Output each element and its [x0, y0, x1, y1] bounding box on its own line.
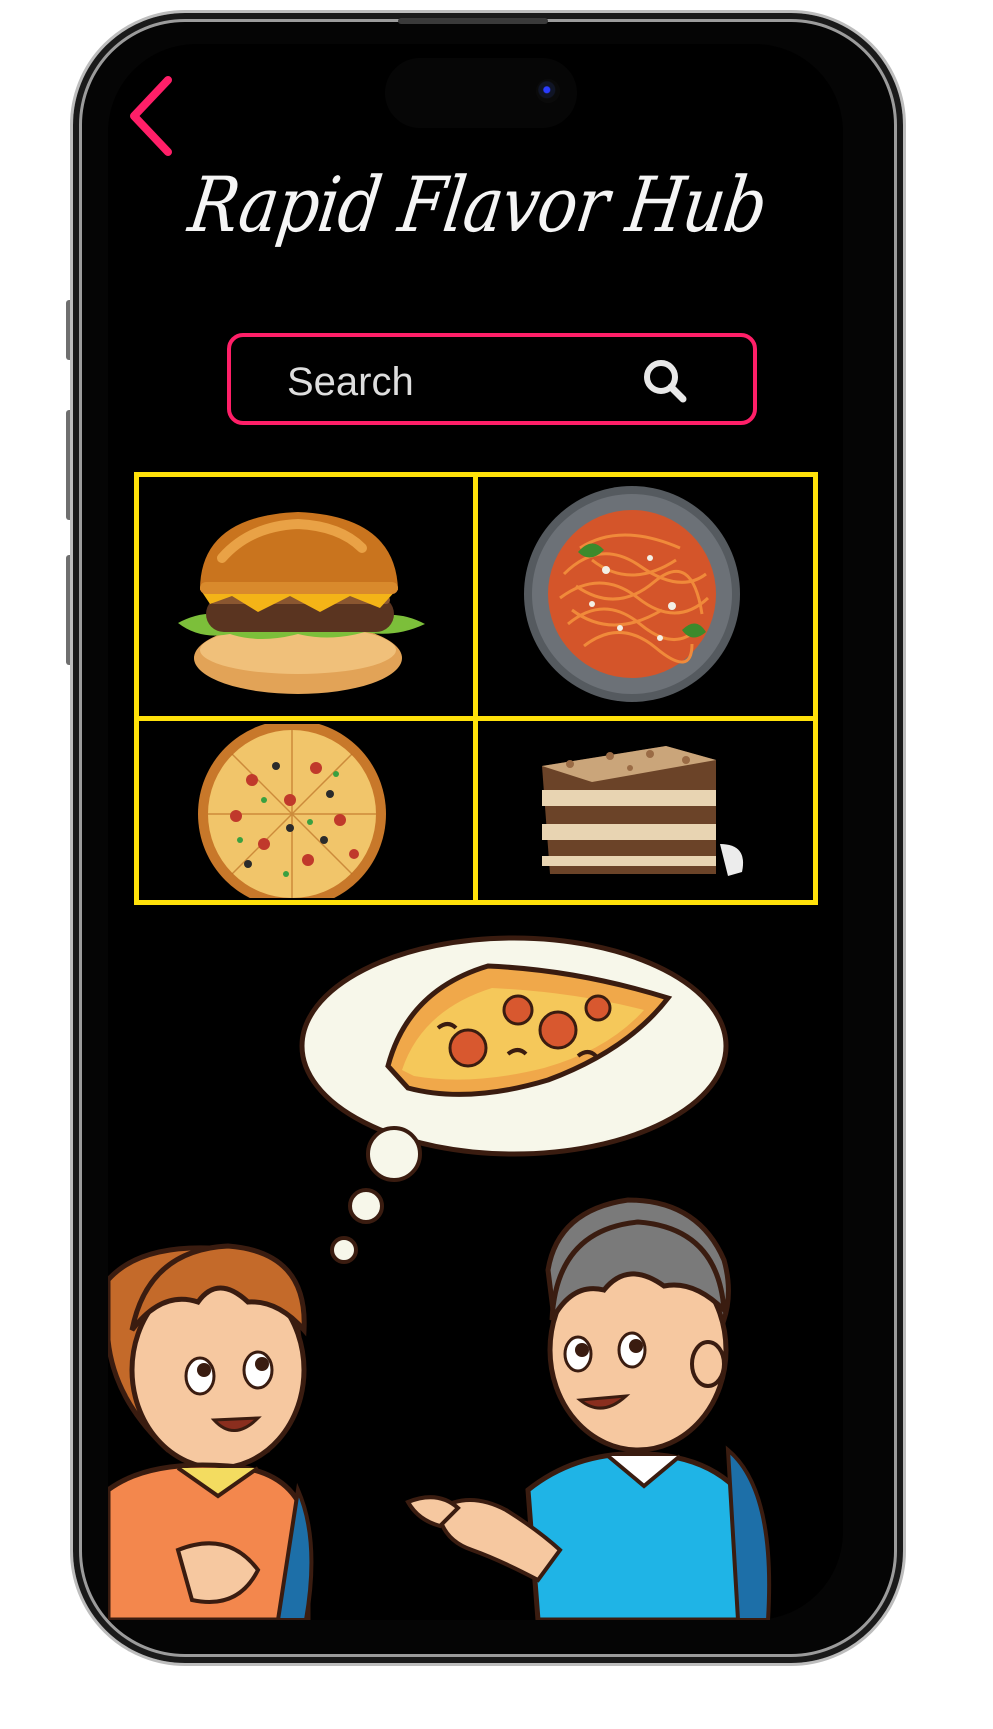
- app-title: Rapid Flavor Hub: [183, 160, 773, 249]
- grid-divider-horizontal: [134, 716, 818, 721]
- spaghetti-image: [524, 486, 740, 702]
- food-item-cake[interactable]: [480, 724, 808, 898]
- kids-illustration: [108, 930, 843, 1620]
- food-grid: [134, 472, 818, 906]
- grid-border-left: [134, 472, 139, 905]
- search-input[interactable]: [287, 357, 617, 407]
- search-box[interactable]: [227, 333, 757, 425]
- burger-image: [178, 512, 425, 694]
- front-camera: [536, 79, 560, 103]
- speaker-slit: [398, 18, 548, 24]
- chevron-left-icon: [130, 76, 172, 156]
- food-item-pizza[interactable]: [140, 724, 470, 898]
- grid-divider-vertical: [473, 472, 478, 905]
- back-button[interactable]: [128, 76, 186, 158]
- kids-thinking-about-pizza-image: [108, 935, 772, 1620]
- food-item-burger[interactable]: [140, 478, 470, 714]
- food-item-spaghetti[interactable]: [480, 478, 808, 714]
- search-icon[interactable]: [641, 357, 689, 405]
- grid-border-right: [813, 472, 818, 905]
- cake-image: [542, 746, 744, 876]
- pizza-image: [198, 724, 386, 898]
